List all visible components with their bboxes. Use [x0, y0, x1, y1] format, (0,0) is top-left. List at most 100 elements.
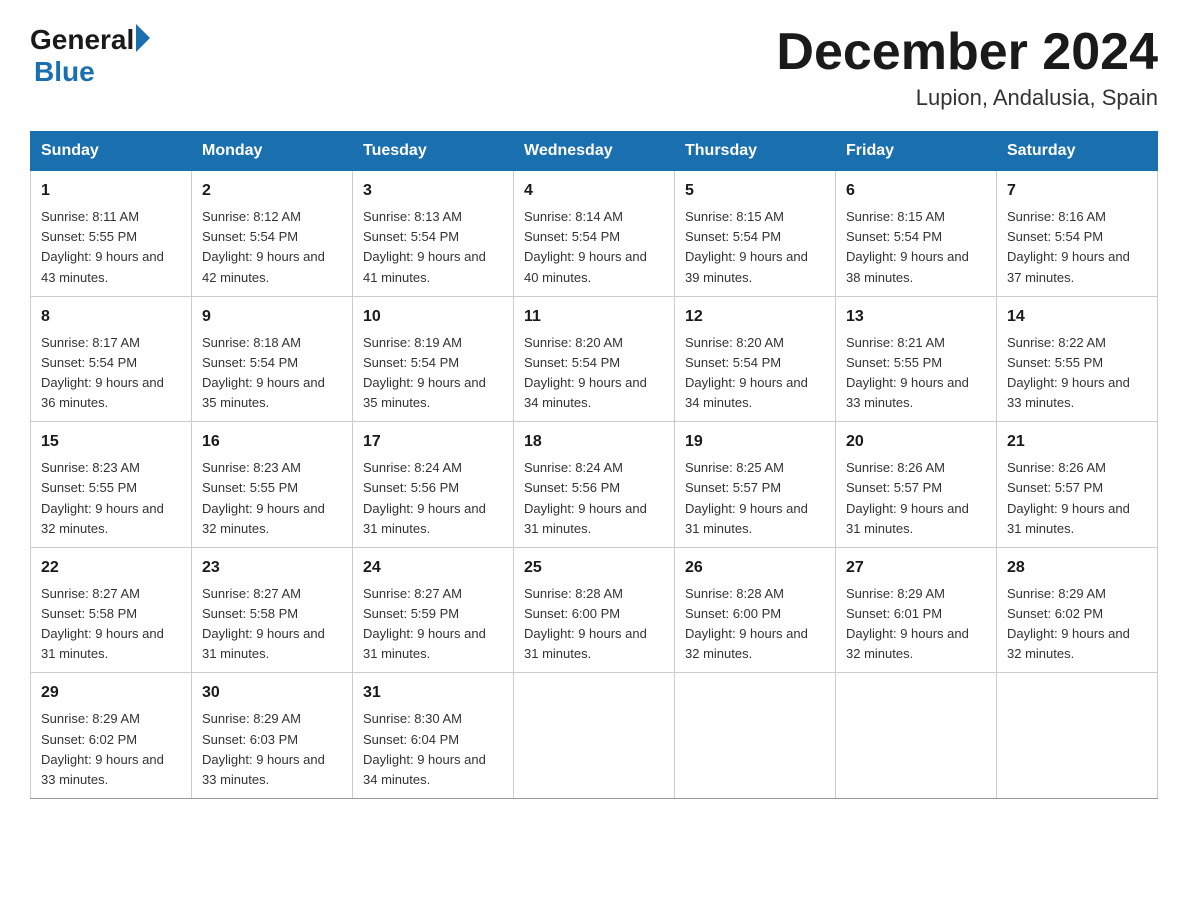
day-cell-1: 1 Sunrise: 8:11 AMSunset: 5:55 PMDayligh… — [31, 171, 192, 297]
day-cell-26: 26 Sunrise: 8:28 AMSunset: 6:00 PMDaylig… — [675, 547, 836, 673]
day-cell-25: 25 Sunrise: 8:28 AMSunset: 6:00 PMDaylig… — [514, 547, 675, 673]
day-cell-30: 30 Sunrise: 8:29 AMSunset: 6:03 PMDaylig… — [192, 673, 353, 799]
day-info: Sunrise: 8:18 AMSunset: 5:54 PMDaylight:… — [202, 335, 325, 410]
day-number: 26 — [685, 556, 825, 580]
day-cell-13: 13 Sunrise: 8:21 AMSunset: 5:55 PMDaylig… — [836, 296, 997, 422]
title-section: December 2024 Lupion, Andalusia, Spain — [776, 24, 1158, 111]
day-cell-22: 22 Sunrise: 8:27 AMSunset: 5:58 PMDaylig… — [31, 547, 192, 673]
header-day-monday: Monday — [192, 132, 353, 171]
day-cell-11: 11 Sunrise: 8:20 AMSunset: 5:54 PMDaylig… — [514, 296, 675, 422]
day-number: 13 — [846, 305, 986, 329]
day-info: Sunrise: 8:28 AMSunset: 6:00 PMDaylight:… — [685, 586, 808, 661]
day-number: 15 — [41, 430, 181, 454]
day-info: Sunrise: 8:29 AMSunset: 6:02 PMDaylight:… — [41, 711, 164, 786]
week-row-4: 22 Sunrise: 8:27 AMSunset: 5:58 PMDaylig… — [31, 547, 1158, 673]
day-number: 7 — [1007, 179, 1147, 203]
day-number: 1 — [41, 179, 181, 203]
day-info: Sunrise: 8:20 AMSunset: 5:54 PMDaylight:… — [524, 335, 647, 410]
day-info: Sunrise: 8:11 AMSunset: 5:55 PMDaylight:… — [41, 209, 164, 284]
day-cell-23: 23 Sunrise: 8:27 AMSunset: 5:58 PMDaylig… — [192, 547, 353, 673]
day-number: 23 — [202, 556, 342, 580]
day-number: 4 — [524, 179, 664, 203]
day-number: 20 — [846, 430, 986, 454]
day-number: 28 — [1007, 556, 1147, 580]
day-info: Sunrise: 8:15 AMSunset: 5:54 PMDaylight:… — [685, 209, 808, 284]
day-number: 2 — [202, 179, 342, 203]
day-info: Sunrise: 8:28 AMSunset: 6:00 PMDaylight:… — [524, 586, 647, 661]
month-title: December 2024 — [776, 24, 1158, 81]
header-row: SundayMondayTuesdayWednesdayThursdayFrid… — [31, 132, 1158, 171]
day-info: Sunrise: 8:20 AMSunset: 5:54 PMDaylight:… — [685, 335, 808, 410]
day-cell-7: 7 Sunrise: 8:16 AMSunset: 5:54 PMDayligh… — [997, 171, 1158, 297]
day-cell-18: 18 Sunrise: 8:24 AMSunset: 5:56 PMDaylig… — [514, 422, 675, 548]
day-number: 29 — [41, 681, 181, 705]
day-info: Sunrise: 8:21 AMSunset: 5:55 PMDaylight:… — [846, 335, 969, 410]
day-info: Sunrise: 8:25 AMSunset: 5:57 PMDaylight:… — [685, 460, 808, 535]
day-cell-4: 4 Sunrise: 8:14 AMSunset: 5:54 PMDayligh… — [514, 171, 675, 297]
day-number: 31 — [363, 681, 503, 705]
day-info: Sunrise: 8:24 AMSunset: 5:56 PMDaylight:… — [363, 460, 486, 535]
logo: General Blue — [30, 24, 150, 88]
day-cell-16: 16 Sunrise: 8:23 AMSunset: 5:55 PMDaylig… — [192, 422, 353, 548]
day-cell-3: 3 Sunrise: 8:13 AMSunset: 5:54 PMDayligh… — [353, 171, 514, 297]
header-day-wednesday: Wednesday — [514, 132, 675, 171]
header-day-thursday: Thursday — [675, 132, 836, 171]
day-info: Sunrise: 8:26 AMSunset: 5:57 PMDaylight:… — [1007, 460, 1130, 535]
day-cell-21: 21 Sunrise: 8:26 AMSunset: 5:57 PMDaylig… — [997, 422, 1158, 548]
day-info: Sunrise: 8:29 AMSunset: 6:02 PMDaylight:… — [1007, 586, 1130, 661]
day-cell-19: 19 Sunrise: 8:25 AMSunset: 5:57 PMDaylig… — [675, 422, 836, 548]
day-number: 18 — [524, 430, 664, 454]
day-info: Sunrise: 8:27 AMSunset: 5:58 PMDaylight:… — [41, 586, 164, 661]
day-info: Sunrise: 8:16 AMSunset: 5:54 PMDaylight:… — [1007, 209, 1130, 284]
day-cell-14: 14 Sunrise: 8:22 AMSunset: 5:55 PMDaylig… — [997, 296, 1158, 422]
day-info: Sunrise: 8:17 AMSunset: 5:54 PMDaylight:… — [41, 335, 164, 410]
logo-blue-text: Blue — [34, 56, 95, 88]
day-number: 19 — [685, 430, 825, 454]
day-cell-12: 12 Sunrise: 8:20 AMSunset: 5:54 PMDaylig… — [675, 296, 836, 422]
day-number: 21 — [1007, 430, 1147, 454]
day-info: Sunrise: 8:24 AMSunset: 5:56 PMDaylight:… — [524, 460, 647, 535]
day-info: Sunrise: 8:26 AMSunset: 5:57 PMDaylight:… — [846, 460, 969, 535]
page-header: General Blue December 2024 Lupion, Andal… — [30, 24, 1158, 111]
day-cell-15: 15 Sunrise: 8:23 AMSunset: 5:55 PMDaylig… — [31, 422, 192, 548]
day-number: 3 — [363, 179, 503, 203]
logo-arrow-icon — [136, 24, 150, 52]
day-number: 11 — [524, 305, 664, 329]
day-cell-17: 17 Sunrise: 8:24 AMSunset: 5:56 PMDaylig… — [353, 422, 514, 548]
day-number: 10 — [363, 305, 503, 329]
day-cell-31: 31 Sunrise: 8:30 AMSunset: 6:04 PMDaylig… — [353, 673, 514, 799]
header-day-friday: Friday — [836, 132, 997, 171]
day-number: 22 — [41, 556, 181, 580]
day-cell-24: 24 Sunrise: 8:27 AMSunset: 5:59 PMDaylig… — [353, 547, 514, 673]
empty-cell — [675, 673, 836, 799]
day-number: 8 — [41, 305, 181, 329]
week-row-2: 8 Sunrise: 8:17 AMSunset: 5:54 PMDayligh… — [31, 296, 1158, 422]
day-number: 25 — [524, 556, 664, 580]
day-info: Sunrise: 8:15 AMSunset: 5:54 PMDaylight:… — [846, 209, 969, 284]
day-number: 6 — [846, 179, 986, 203]
day-cell-2: 2 Sunrise: 8:12 AMSunset: 5:54 PMDayligh… — [192, 171, 353, 297]
day-cell-29: 29 Sunrise: 8:29 AMSunset: 6:02 PMDaylig… — [31, 673, 192, 799]
day-cell-6: 6 Sunrise: 8:15 AMSunset: 5:54 PMDayligh… — [836, 171, 997, 297]
header-day-saturday: Saturday — [997, 132, 1158, 171]
week-row-1: 1 Sunrise: 8:11 AMSunset: 5:55 PMDayligh… — [31, 171, 1158, 297]
day-info: Sunrise: 8:23 AMSunset: 5:55 PMDaylight:… — [202, 460, 325, 535]
day-number: 27 — [846, 556, 986, 580]
day-info: Sunrise: 8:22 AMSunset: 5:55 PMDaylight:… — [1007, 335, 1130, 410]
day-cell-5: 5 Sunrise: 8:15 AMSunset: 5:54 PMDayligh… — [675, 171, 836, 297]
day-number: 16 — [202, 430, 342, 454]
week-row-3: 15 Sunrise: 8:23 AMSunset: 5:55 PMDaylig… — [31, 422, 1158, 548]
day-number: 12 — [685, 305, 825, 329]
day-cell-27: 27 Sunrise: 8:29 AMSunset: 6:01 PMDaylig… — [836, 547, 997, 673]
day-number: 9 — [202, 305, 342, 329]
day-info: Sunrise: 8:23 AMSunset: 5:55 PMDaylight:… — [41, 460, 164, 535]
day-info: Sunrise: 8:29 AMSunset: 6:01 PMDaylight:… — [846, 586, 969, 661]
day-number: 14 — [1007, 305, 1147, 329]
header-day-sunday: Sunday — [31, 132, 192, 171]
day-info: Sunrise: 8:19 AMSunset: 5:54 PMDaylight:… — [363, 335, 486, 410]
day-cell-10: 10 Sunrise: 8:19 AMSunset: 5:54 PMDaylig… — [353, 296, 514, 422]
day-info: Sunrise: 8:27 AMSunset: 5:59 PMDaylight:… — [363, 586, 486, 661]
day-info: Sunrise: 8:13 AMSunset: 5:54 PMDaylight:… — [363, 209, 486, 284]
day-info: Sunrise: 8:29 AMSunset: 6:03 PMDaylight:… — [202, 711, 325, 786]
empty-cell — [514, 673, 675, 799]
